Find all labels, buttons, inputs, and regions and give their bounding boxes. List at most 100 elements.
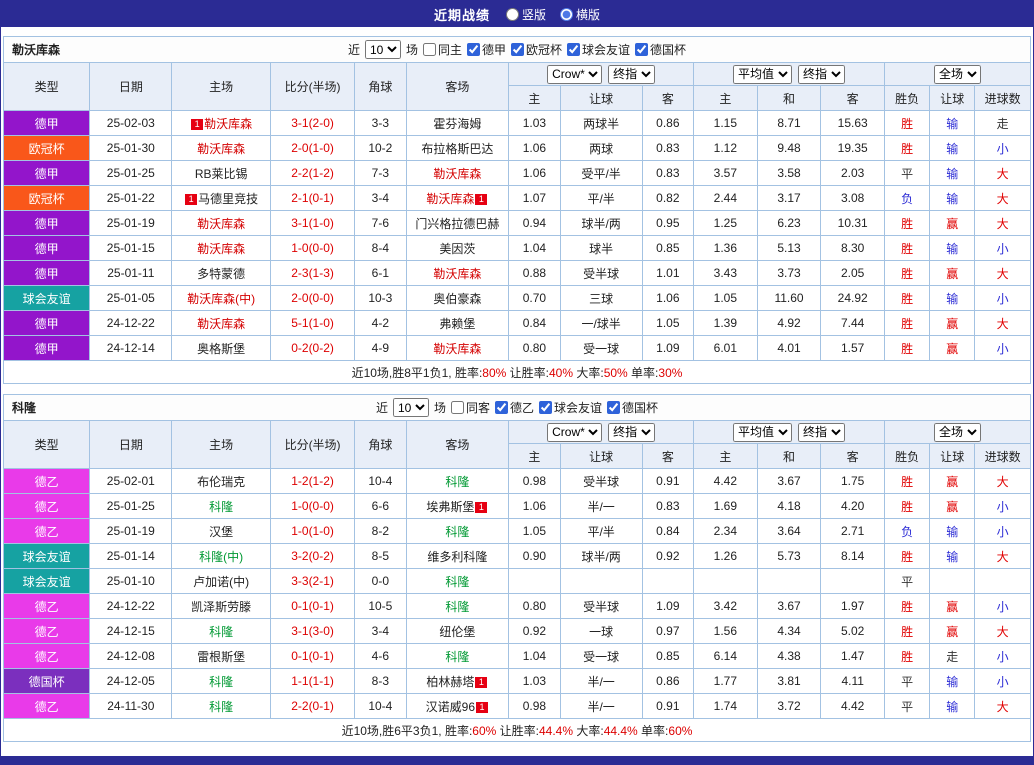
home-team-name[interactable]: 科隆 <box>209 500 233 514</box>
same-side-checkbox[interactable]: 同客 <box>451 399 490 416</box>
home-team-name[interactable]: 科隆(中) <box>199 550 243 564</box>
home-team-name[interactable]: RB莱比锡 <box>195 167 248 181</box>
home-team-name[interactable]: 多特蒙德 <box>197 267 245 281</box>
scope-select[interactable]: 全场 <box>934 423 981 442</box>
away-team-name[interactable]: 勒沃库森 <box>433 167 481 181</box>
scope-select[interactable]: 全场 <box>934 65 981 84</box>
home-team-name[interactable]: 科隆 <box>209 700 233 714</box>
away-team-name[interactable]: 柏林赫塔 <box>426 675 474 689</box>
away-team-cell: 奥伯豪森 <box>406 286 509 311</box>
odds-away <box>642 569 693 594</box>
league-checkbox-2-input[interactable] <box>511 43 524 56</box>
col-header: 主场 <box>172 421 271 469</box>
odds-stage-select[interactable]: 终指 <box>608 423 655 442</box>
away-team-name[interactable]: 门兴格拉德巴赫 <box>415 217 499 231</box>
result-goals: 走 <box>975 111 1031 136</box>
recent-count-select[interactable]: 10 <box>365 40 401 59</box>
league-checkbox-1[interactable]: 德甲 <box>467 41 506 58</box>
odds-stage-select[interactable]: 终指 <box>608 65 655 84</box>
league-checkbox-1-input[interactable] <box>495 401 508 414</box>
bookmaker-select[interactable]: Crow* <box>547 423 602 442</box>
home-team-name[interactable]: 勒沃库森 <box>197 317 245 331</box>
odds-away: 0.86 <box>642 111 693 136</box>
league-checkbox-4-input[interactable] <box>635 43 648 56</box>
same-side-checkbox-input[interactable] <box>423 43 436 56</box>
result-outcome: 负 <box>885 186 930 211</box>
league-checkbox-2-label: 球会友谊 <box>554 399 602 416</box>
avg-draw: 3.58 <box>757 161 821 186</box>
away-team-name[interactable]: 勒沃库森 <box>433 342 481 356</box>
league-checkbox-3[interactable]: 德国杯 <box>607 399 658 416</box>
league-checkbox-2[interactable]: 球会友谊 <box>539 399 602 416</box>
result-goals: 小 <box>975 236 1031 261</box>
home-team-name[interactable]: 勒沃库森 <box>197 242 245 256</box>
average-select[interactable]: 平均值 <box>733 65 792 84</box>
away-team-name[interactable]: 勒沃库森 <box>426 192 474 206</box>
avg-stage-select[interactable]: 终指 <box>798 65 845 84</box>
home-team-name[interactable]: 凯泽斯劳滕 <box>191 600 251 614</box>
summary-stat-value: 40% <box>549 366 573 380</box>
away-team-name[interactable]: 纽伦堡 <box>439 625 475 639</box>
layout-option-vertical[interactable]: 竖版 <box>506 6 546 23</box>
home-team-name[interactable]: 汉堡 <box>209 525 233 539</box>
league-checkbox-3-input[interactable] <box>567 43 580 56</box>
league-checkbox-1[interactable]: 德乙 <box>495 399 534 416</box>
home-team-name[interactable]: 马德里竞技 <box>198 192 258 206</box>
match-row: 德甲25-01-15勒沃库森1-0(0-0)8-4美因茨1.04球半0.851.… <box>4 236 1031 261</box>
away-team-name[interactable]: 埃弗斯堡 <box>426 500 474 514</box>
result-goals: 小 <box>975 494 1031 519</box>
home-team-name[interactable]: 科隆 <box>209 625 233 639</box>
layout-option-horizontal[interactable]: 横版 <box>560 6 600 23</box>
away-team-name[interactable]: 科隆 <box>445 650 469 664</box>
league-checkbox-3-input[interactable] <box>607 401 620 414</box>
away-team-name[interactable]: 霍芬海姆 <box>433 117 481 131</box>
red-card-badge: 1 <box>191 119 203 130</box>
home-team-name[interactable]: 勒沃库森 <box>204 117 252 131</box>
away-team-cell: 弗赖堡 <box>406 311 509 336</box>
league-checkbox-2-input[interactable] <box>539 401 552 414</box>
score: 0-2(0-2) <box>270 336 354 361</box>
bookmaker-select[interactable]: Crow* <box>547 65 602 84</box>
league-checkbox-4[interactable]: 德国杯 <box>635 41 686 58</box>
home-team-cell: 科隆 <box>172 619 271 644</box>
league-checkbox-3[interactable]: 球会友谊 <box>567 41 630 58</box>
average-select[interactable]: 平均值 <box>733 423 792 442</box>
avg-draw: 3.81 <box>757 669 821 694</box>
odds-handicap: 平/半 <box>560 186 642 211</box>
away-team-name[interactable]: 科隆 <box>445 575 469 589</box>
recent-count-select[interactable]: 10 <box>393 398 429 417</box>
league-checkbox-2[interactable]: 欧冠杯 <box>511 41 562 58</box>
away-team-name[interactable]: 维多利科隆 <box>427 550 487 564</box>
home-team-cell: 凯泽斯劳滕 <box>172 594 271 619</box>
away-team-name[interactable]: 勒沃库森 <box>433 267 481 281</box>
away-team-name[interactable]: 科隆 <box>445 475 469 489</box>
away-team-name[interactable]: 弗赖堡 <box>439 317 475 331</box>
home-team-name[interactable]: 勒沃库森(中) <box>187 292 255 306</box>
away-team-name[interactable]: 奥伯豪森 <box>433 292 481 306</box>
avg-stage-select[interactable]: 终指 <box>798 423 845 442</box>
home-team-name[interactable]: 勒沃库森 <box>197 217 245 231</box>
match-date: 25-01-22 <box>90 186 172 211</box>
corners: 3-4 <box>355 619 406 644</box>
away-team-name[interactable]: 美因茨 <box>439 242 475 256</box>
same-side-checkbox-input[interactable] <box>451 401 464 414</box>
away-team-name[interactable]: 汉诺威96 <box>426 700 475 714</box>
away-team-name[interactable]: 科隆 <box>445 525 469 539</box>
match-type: 德甲 <box>4 161 90 186</box>
result-outcome: 平 <box>885 669 930 694</box>
away-team-name[interactable]: 科隆 <box>445 600 469 614</box>
avg-home <box>694 569 758 594</box>
league-checkbox-1-input[interactable] <box>467 43 480 56</box>
home-team-name[interactable]: 科隆 <box>209 675 233 689</box>
match-date: 24-12-15 <box>90 619 172 644</box>
col-header: 主 <box>509 444 560 469</box>
away-team-name[interactable]: 布拉格斯巴达 <box>421 142 493 156</box>
layout-radio[interactable] <box>506 8 519 21</box>
layout-radio[interactable] <box>560 8 573 21</box>
same-side-checkbox[interactable]: 同主 <box>423 41 462 58</box>
home-team-name[interactable]: 勒沃库森 <box>197 142 245 156</box>
home-team-name[interactable]: 布伦瑞克 <box>197 475 245 489</box>
home-team-name[interactable]: 奥格斯堡 <box>197 342 245 356</box>
home-team-name[interactable]: 卢加诺(中) <box>193 575 249 589</box>
home-team-name[interactable]: 雷根斯堡 <box>197 650 245 664</box>
